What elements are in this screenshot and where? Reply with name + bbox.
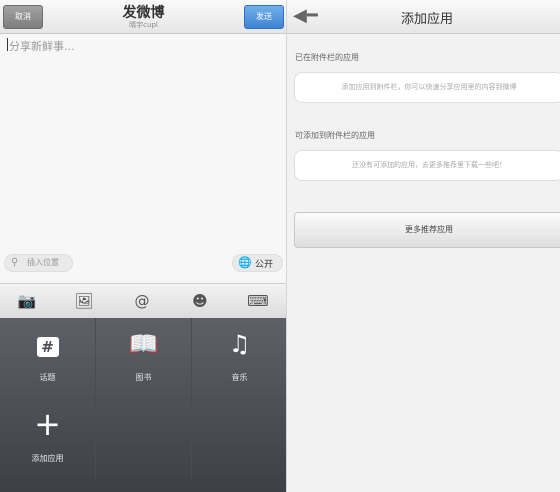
image-icon[interactable]: 🖼 (72, 290, 96, 312)
location-label: 插入位置 (27, 258, 59, 267)
panel-item-music[interactable]: ♫ 音乐 (192, 318, 287, 399)
attachment-toolbar: 📷 🖼 @ ☻ ⌨ (0, 283, 287, 319)
visibility-button[interactable]: 🌐 公开 (232, 254, 283, 272)
panel-item-label: 添加应用 (31, 454, 64, 463)
attachment-panel: # 话题 📖 图书 ♫ 音乐 + 添加应用 (0, 318, 287, 492)
compose-header: 取消 发微博 晴宇cupl 发送 (0, 0, 287, 34)
panel-item-add-app[interactable]: + 添加应用 (0, 399, 96, 479)
keyboard-icon[interactable]: ⌨ (246, 290, 270, 312)
available-section-title: 可添加到附件栏的应用 (295, 131, 375, 140)
attached-section-title: 已在附件栏的应用 (295, 53, 359, 62)
compose-screen: 取消 发微博 晴宇cupl 发送 分享新鲜事... ⚲ 插入位置 🌐 公开 📷 … (0, 0, 287, 492)
more-recommended-apps-button[interactable]: 更多推荐应用 (294, 212, 560, 248)
compose-placeholder: 分享新鲜事... (9, 40, 75, 53)
hashtag-icon: # (0, 330, 95, 358)
panel-empty-cell (192, 399, 287, 479)
insert-location-button[interactable]: ⚲ 插入位置 (4, 254, 73, 272)
location-pin-icon: ⚲ (11, 257, 19, 268)
compose-username: 晴宇cupl (129, 21, 158, 29)
panel-item-label: 话题 (39, 373, 56, 382)
panel-item-label: 音乐 (231, 373, 248, 382)
apps-header: ◀━ 添加应用 (287, 0, 560, 34)
globe-icon: 🌐 (238, 256, 252, 269)
send-button[interactable]: 发送 (244, 5, 284, 29)
attached-apps-box: 添加应用到附件栏，你可以快速分享应用里的内容到微博 (294, 72, 560, 103)
plus-icon: + (34, 405, 61, 443)
apps-title: 添加应用 (400, 12, 453, 27)
camera-icon[interactable]: 📷 (15, 290, 39, 312)
emoji-icon[interactable]: ☻ (188, 290, 212, 312)
back-arrow-icon[interactable]: ◀━ (293, 6, 318, 26)
visibility-label: 公开 (255, 260, 274, 270)
panel-item-books[interactable]: 📖 图书 (96, 318, 192, 399)
compose-title: 发微博 (122, 5, 165, 21)
music-icon: ♫ (228, 330, 251, 358)
available-apps-box: 还没有可添加的应用，去更多推荐里下载一些吧！ (294, 150, 560, 181)
panel-item-topic[interactable]: # 话题 (0, 318, 96, 399)
book-icon: 📖 (128, 330, 159, 358)
compose-textarea[interactable] (0, 34, 287, 249)
panel-item-label: 图书 (135, 373, 152, 382)
panel-empty-cell (96, 399, 192, 479)
at-icon[interactable]: @ (130, 290, 154, 312)
cancel-button[interactable]: 取消 (3, 5, 43, 29)
add-apps-screen: ◀━ 添加应用 已在附件栏的应用 添加应用到附件栏，你可以快速分享应用里的内容到… (287, 0, 560, 492)
text-cursor (7, 38, 8, 51)
